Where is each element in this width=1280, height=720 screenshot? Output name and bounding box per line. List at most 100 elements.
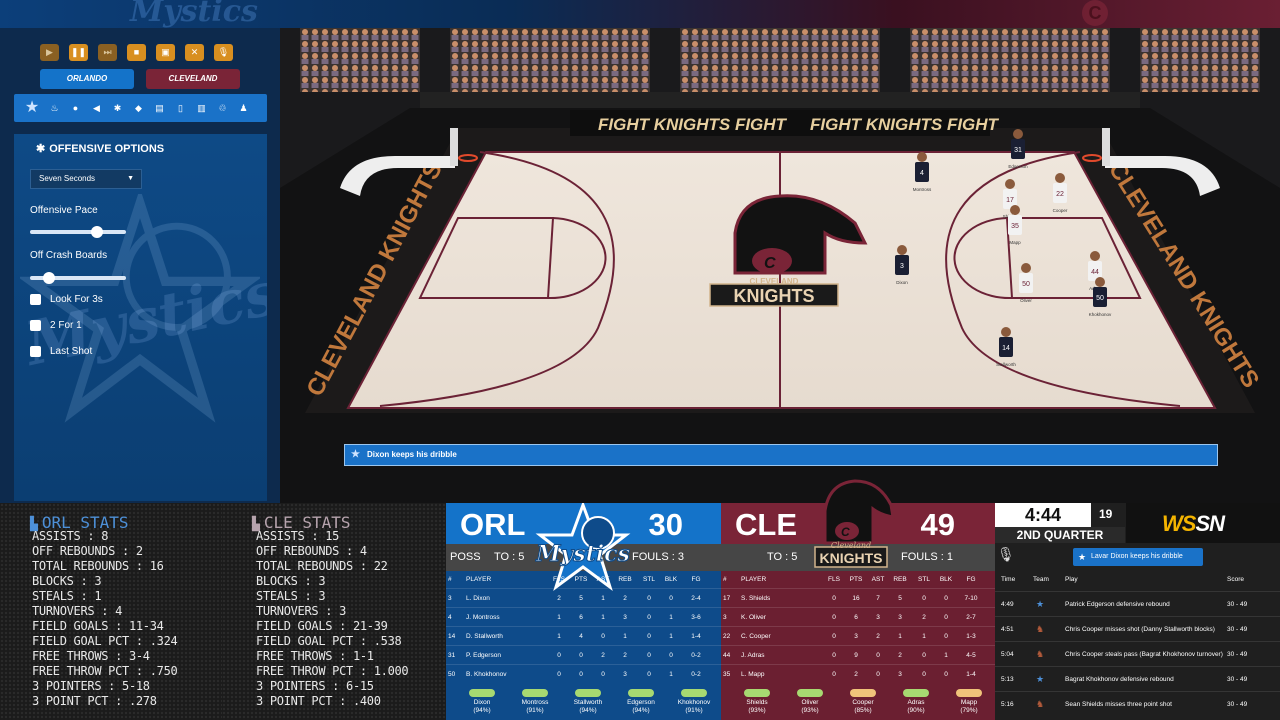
stat-cell: 7-10 xyxy=(964,595,978,602)
play-description: Patrick Edgerson defensive rebound xyxy=(1065,601,1170,608)
player-energy[interactable]: Montross (91%) xyxy=(513,689,557,715)
energy-bar xyxy=(956,689,982,697)
timeout-button[interactable]: ▣ xyxy=(156,44,175,61)
network-logo: WSSN xyxy=(1126,503,1280,543)
box-score-row[interactable]: 3 K. Oliver 0 6 3 3 2 0 2-7 xyxy=(721,607,995,626)
player-energy[interactable]: Edgerson (94%) xyxy=(619,689,663,715)
stat-cell: 0 xyxy=(944,614,948,621)
team-logo-icon[interactable]: ★ xyxy=(20,98,44,118)
checkbox[interactable] xyxy=(30,320,41,331)
team-abbreviation: ORL xyxy=(460,507,526,542)
chat-icon[interactable]: ● xyxy=(65,103,86,113)
megaphone-icon[interactable]: ◀ xyxy=(86,103,107,114)
fire-icon[interactable]: ♨ xyxy=(44,103,65,114)
sim-controls: ▶ ❚❚ ⏭ ■ ▣ ✕ 🎙 xyxy=(40,44,233,61)
court-view: FIGHT KNIGHTS FIGHT FIGHT KNIGHTS FIGHT … xyxy=(280,28,1280,503)
player-name: S. Shields xyxy=(741,595,771,602)
box-score-row[interactable]: 3 L. Dixon 2 5 1 2 0 0 2-4 xyxy=(446,588,721,607)
stat-line: FREE THROW PCT : .750 xyxy=(32,664,178,678)
off-crash-boards-slider[interactable] xyxy=(30,272,126,284)
stop-button[interactable]: ■ xyxy=(127,44,146,61)
left-control-panel: ▶ ❚❚ ⏭ ■ ▣ ✕ 🎙 ORLANDO CLEVELAND ★ ♨ ● ◀… xyxy=(0,28,280,503)
box-score-row[interactable]: 44 J. Adras 0 9 0 2 0 1 4-5 xyxy=(721,645,995,664)
shield-icon[interactable]: ◆ xyxy=(128,103,149,114)
team-button-cleveland[interactable]: CLEVELAND xyxy=(146,69,240,89)
offensive-pace-slider[interactable] xyxy=(30,226,126,238)
player-energy[interactable]: Shields (93%) xyxy=(735,689,779,715)
pause-button[interactable]: ❚❚ xyxy=(69,44,88,61)
box-score-row[interactable]: 14 D. Stallworth 1 4 0 1 0 1 1-4 xyxy=(446,626,721,645)
player-name-tag: Mapp xyxy=(1009,240,1021,245)
play-time: 5:16 xyxy=(1001,701,1014,708)
chart-icon[interactable]: ▥ xyxy=(191,103,212,114)
recycle-icon[interactable]: ♲ xyxy=(212,103,233,114)
play-row[interactable]: 4:51 ♞ Chris Cooper misses shot (Danny Sta… xyxy=(995,616,1280,641)
player-name: P. Edgerson xyxy=(466,652,501,659)
shot-clock: 19 xyxy=(1099,507,1113,521)
document-icon[interactable]: ▯ xyxy=(170,103,191,114)
player-energy[interactable]: Khokhonov (91%) xyxy=(672,689,716,715)
person-icon[interactable]: ♟ xyxy=(233,103,254,114)
player-energy[interactable]: Cooper (85%) xyxy=(841,689,885,715)
microphone-button[interactable]: 🎙 xyxy=(214,44,233,61)
checkbox-look-for-3s[interactable]: Look For 3s xyxy=(30,294,103,305)
stat-cell: 3 xyxy=(723,614,727,621)
play-button[interactable]: ▶ xyxy=(40,44,59,61)
svg-text:KNIGHTS: KNIGHTS xyxy=(820,550,883,566)
checkbox-2-for-1[interactable]: 2 For 1 xyxy=(30,320,82,331)
substitution-button[interactable]: ✕ xyxy=(185,44,204,61)
checkbox[interactable] xyxy=(30,294,41,305)
team-fouls: FOULS : 1 xyxy=(901,551,953,563)
play-row[interactable]: 4:49 ★ Patrick Edgerson defensive rebound 3… xyxy=(995,591,1280,616)
box-score-row[interactable]: 4 J. Montross 1 6 1 3 0 1 3-6 xyxy=(446,607,721,626)
column-header: Team xyxy=(1033,576,1049,583)
timeouts: TO : 5 xyxy=(494,551,525,563)
stat-cell: 0 xyxy=(601,671,605,678)
stat-cell: 16 xyxy=(852,595,860,602)
stat-cell: 0 xyxy=(579,671,583,678)
stat-cell: 0 xyxy=(922,671,926,678)
player-energy[interactable]: Oliver (93%) xyxy=(788,689,832,715)
network-logo-ws: WS xyxy=(1162,511,1196,536)
player-energy[interactable]: Adras (90%) xyxy=(894,689,938,715)
stat-cell: 2 xyxy=(557,595,561,602)
player-energy[interactable]: Dixon (94%) xyxy=(460,689,504,715)
checkbox[interactable] xyxy=(30,346,41,357)
stat-line: TURNOVERS : 3 xyxy=(256,604,347,618)
box-score-row[interactable]: 17 S. Shields 0 16 7 5 0 0 7-10 xyxy=(721,588,995,607)
clipboard-icon[interactable]: ▤ xyxy=(149,103,170,114)
player-jersey-number: 35 xyxy=(1011,223,1019,230)
gear-icon[interactable]: ✱ xyxy=(107,103,128,114)
checkbox-last-shot[interactable]: Last Shot xyxy=(30,346,92,357)
stat-cell: 0-2 xyxy=(691,671,701,678)
stat-cell: 4-5 xyxy=(966,652,976,659)
fast-forward-button[interactable]: ⏭ xyxy=(98,44,117,61)
orl-team-stats-board: ▙ ORL STATS ASSISTS : 8 OFF REBOUNDS : 2 TO… xyxy=(0,503,222,720)
team-button-orlando[interactable]: ORLANDO xyxy=(40,69,134,89)
box-score-row[interactable]: 50 B. Khokhonov 0 0 0 3 0 1 0-2 xyxy=(446,664,721,683)
stat-cell: 0 xyxy=(876,652,880,659)
play-row[interactable]: 5:16 ♞ Sean Shields misses three point sho… xyxy=(995,691,1280,716)
cle-team-icon: ♞ xyxy=(1035,699,1045,709)
box-score-row[interactable]: 31 P. Edgerson 0 0 2 2 0 0 0-2 xyxy=(446,645,721,664)
box-score-row[interactable]: 35 L. Mapp 0 2 0 3 0 0 1-4 xyxy=(721,664,995,683)
column-header: FG xyxy=(691,576,701,583)
play-row[interactable]: 5:13 ★ Bagrat Khokhonov defensive rebound 3… xyxy=(995,666,1280,691)
box-score-header: # PLAYER FLS PTS AST REB STL BLK FG xyxy=(446,576,721,588)
offense-set-select[interactable]: Seven Seconds ▼ xyxy=(30,169,142,189)
stat-cell: 3 xyxy=(854,633,858,640)
team-fouls: FOULS : 3 xyxy=(632,551,684,563)
stat-cell: 22 xyxy=(723,633,731,640)
column-header: Play xyxy=(1065,576,1078,583)
microphone-icon[interactable]: 🎙 xyxy=(997,546,1015,570)
player-energy[interactable]: Stallworth (94%) xyxy=(566,689,610,715)
stat-cell: 0 xyxy=(832,595,836,602)
stat-cell: 17 xyxy=(723,595,731,602)
stat-cell: 0 xyxy=(579,652,583,659)
box-score-row[interactable]: 22 C. Cooper 0 3 2 1 1 0 1-3 xyxy=(721,626,995,645)
player-energy[interactable]: Mapp (79%) xyxy=(947,689,991,715)
player-jersey-number: 3 xyxy=(900,263,904,270)
stat-cell: 1 xyxy=(944,652,948,659)
stat-cell: 0 xyxy=(832,652,836,659)
play-row[interactable]: 5:04 ♞ Chris Cooper steals pass (Bagrat Kh… xyxy=(995,641,1280,666)
